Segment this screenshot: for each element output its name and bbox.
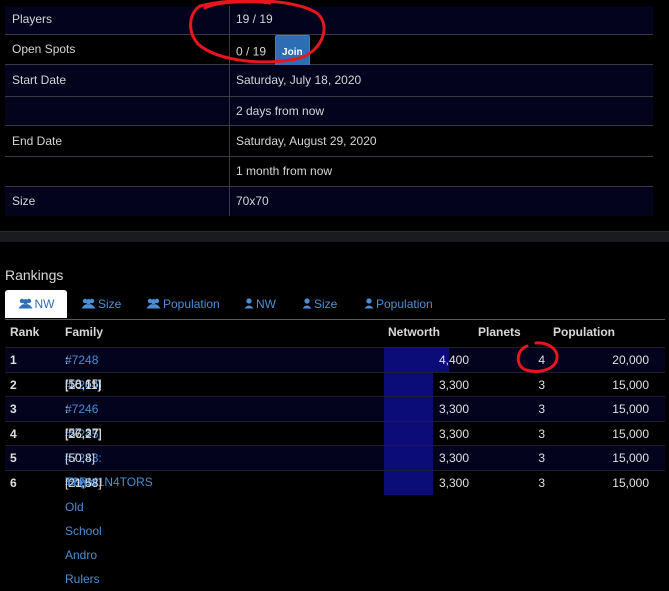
info-label: Size xyxy=(12,194,36,208)
info-label: Players xyxy=(12,12,53,26)
tab-label: Size xyxy=(98,297,122,311)
tab-label: NW xyxy=(34,297,55,311)
rank-cell: 1 xyxy=(10,353,17,367)
info-value: 19 / 19 xyxy=(229,6,653,34)
networth-bar xyxy=(384,372,433,397)
info-label xyxy=(5,157,229,186)
info-row-end-relative: 1 month from now xyxy=(5,157,653,187)
population-cell: 20,000 xyxy=(612,353,649,367)
networth-cell: 3,300 xyxy=(438,475,469,490)
info-label: End Date xyxy=(12,134,63,148)
col-population: Population xyxy=(553,325,615,339)
user-icon xyxy=(244,298,254,309)
population-cell: 15,000 xyxy=(612,426,649,441)
networth-cell: 3,300 xyxy=(438,451,469,465)
col-networth: Networth xyxy=(388,325,440,339)
population-cell: 15,000 xyxy=(612,377,649,392)
info-row-end-date: End Date Saturday, August 29, 2020 xyxy=(5,126,653,157)
col-planets: Planets xyxy=(478,325,521,339)
networth-cell: 3,300 xyxy=(438,426,469,441)
rank-cell: 4 xyxy=(10,426,17,441)
rank-cell: 6 xyxy=(10,475,17,490)
rank-cell: 3 xyxy=(10,402,17,416)
planets-cell: 3 xyxy=(538,377,545,392)
col-rank: Rank xyxy=(10,325,40,339)
info-label xyxy=(5,97,229,125)
info-value: 0 / 19 Join xyxy=(229,35,653,70)
population-cell: 15,000 xyxy=(612,475,649,490)
networth-cell: 3,300 xyxy=(438,402,469,416)
rankings-heading: Rankings xyxy=(5,267,64,283)
rankings-tabs: NW Size Population NW Size Population xyxy=(5,290,665,320)
rank-cell: 2 xyxy=(10,377,17,392)
open-spots-value: 0 / 19 xyxy=(236,44,267,59)
info-row-players: Players 19 / 19 xyxy=(5,6,653,35)
tab-family-nw[interactable]: NW xyxy=(5,290,67,318)
planets-cell: 3 xyxy=(538,426,545,441)
family-coords: [10,11] xyxy=(65,377,101,392)
users-icon xyxy=(146,298,161,309)
tab-family-population[interactable]: Population xyxy=(146,290,220,318)
population-cell: 15,000 xyxy=(612,451,649,465)
tab-label: Population xyxy=(376,297,433,311)
rankings-header-row: Rank Family Networth Planets Population xyxy=(5,325,665,347)
info-row-open-spots: Open Spots 0 / 19 Join xyxy=(5,35,653,70)
info-row-size: Size 70x70 xyxy=(5,187,653,216)
game-info-table: Players 19 / 19 Open Spots 0 / 19 Join St… xyxy=(5,0,653,216)
family-coords: [21,58] xyxy=(65,475,102,490)
table-row: 3 #7246: [57,37] 3,300 3 15,000 xyxy=(5,396,665,440)
networth-bar xyxy=(384,470,433,495)
info-value: 70x70 xyxy=(229,187,653,216)
info-value: 1 month from now xyxy=(229,157,653,186)
networth-bar xyxy=(384,421,433,446)
tab-label: NW xyxy=(256,297,276,311)
population-cell: 15,000 xyxy=(612,402,649,416)
info-value: 2 days from now xyxy=(229,97,653,125)
networth-cell: 3,300 xyxy=(438,377,469,392)
networth-cell: 4,400 xyxy=(438,353,469,367)
tab-player-population[interactable]: Population xyxy=(364,290,433,318)
table-row: 1 #7248: [58,65] 4,400 4 20,000 xyxy=(5,347,665,391)
rank-cell: 5 xyxy=(10,451,17,465)
info-label: Open Spots xyxy=(12,42,76,56)
user-icon xyxy=(302,298,312,309)
user-icon xyxy=(364,298,374,309)
family-coords: [50,8] xyxy=(65,451,96,465)
table-row: 4#7245: Choctaw Hogs [26,27]3,300315,000 xyxy=(5,420,665,489)
table-row: 5 #7243: T3RM1N4TORS [50,8] 3,300 3 15,000 xyxy=(5,445,665,489)
table-row: 6 #7247: Old School Andro Rulers [21,58] 3… xyxy=(5,469,665,586)
networth-bar xyxy=(384,397,433,421)
tab-label: Size xyxy=(314,297,338,311)
planets-cell: 4 xyxy=(538,353,545,367)
info-value: Saturday, July 18, 2020 xyxy=(229,65,653,96)
tab-label: Population xyxy=(163,297,220,311)
info-label: Start Date xyxy=(12,73,67,87)
users-icon xyxy=(81,298,96,309)
tab-player-nw[interactable]: NW xyxy=(244,290,276,318)
planets-cell: 3 xyxy=(538,402,545,416)
tab-family-size[interactable]: Size xyxy=(81,290,121,318)
tab-player-size[interactable]: Size xyxy=(302,290,337,318)
planets-cell: 3 xyxy=(538,475,545,490)
info-value: Saturday, August 29, 2020 xyxy=(229,126,653,156)
networth-bar xyxy=(384,446,433,470)
users-icon xyxy=(18,298,32,309)
family-coords: [26,27] xyxy=(65,426,102,441)
planets-cell: 3 xyxy=(538,451,545,465)
info-row-start-date: Start Date Saturday, July 18, 2020 xyxy=(5,65,653,97)
col-family: Family xyxy=(65,325,104,339)
info-row-start-relative: 2 days from now xyxy=(5,97,653,126)
section-divider xyxy=(0,231,669,242)
table-row: 2#7244: Ghouls [10,11]3,300315,000 xyxy=(5,371,665,416)
